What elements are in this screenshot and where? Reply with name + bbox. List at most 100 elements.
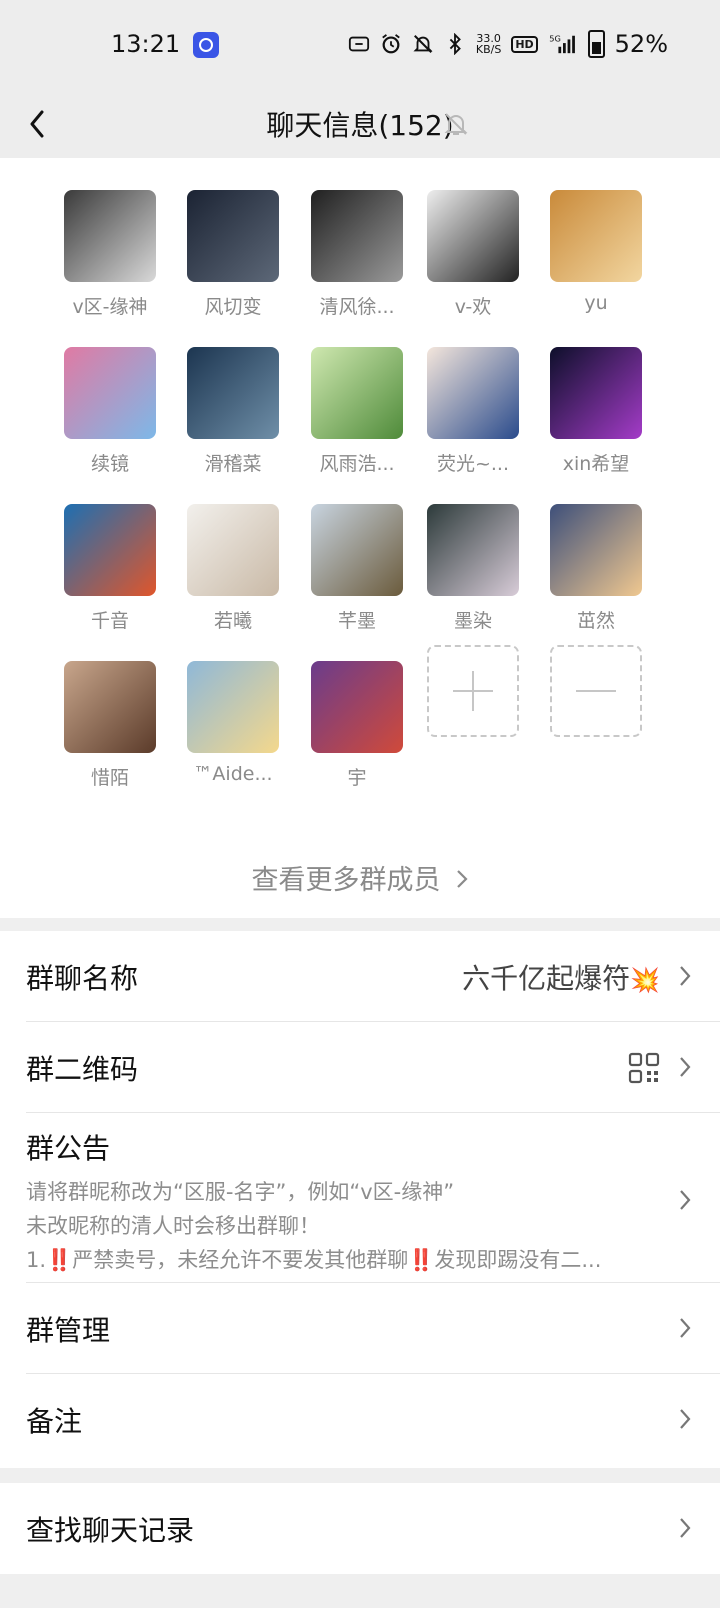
double-exclamation-icon: ‼️ [408, 1248, 435, 1272]
member-item[interactable]: 千音 [48, 504, 172, 633]
avatar[interactable] [427, 347, 519, 439]
member-item[interactable]: 风雨浩... [295, 347, 419, 476]
avatar[interactable] [311, 661, 403, 753]
group-name-row[interactable]: 群聊名称 六千亿起爆符💥 [0, 931, 720, 1022]
battery-icon [587, 30, 605, 58]
member-name: 续镜 [90, 453, 129, 475]
group-notice-row[interactable]: 群公告 请将群昵称改为“区服-名字”，例如“v区-缘神” 未改昵称的清人时会移出… [0, 1113, 720, 1283]
member-name: 风切变 [204, 296, 262, 318]
zalo-app-icon [193, 32, 219, 58]
double-exclamation-icon: ‼️ [46, 1248, 73, 1272]
member-item[interactable]: 荧光~... [411, 347, 535, 476]
chevron-right-icon [456, 870, 468, 888]
chevron-right-icon [680, 1190, 691, 1210]
avatar[interactable] [64, 347, 156, 439]
qr-code-icon [628, 1052, 660, 1084]
group-qr-row[interactable]: 群二维码 [0, 1022, 720, 1113]
member-item[interactable]: 芊墨 [295, 504, 419, 633]
signal-icon: 5G [549, 33, 575, 54]
alarm-icon [382, 34, 400, 54]
group-name-label: 群聊名称 [26, 962, 139, 995]
remark-label: 备注 [26, 1405, 83, 1438]
member-name: 墨染 [453, 610, 492, 632]
avatar[interactable] [550, 347, 642, 439]
view-more-members-link[interactable]: 查看更多群成员 [0, 858, 720, 897]
avatar[interactable] [187, 504, 279, 596]
minus-icon[interactable] [550, 645, 642, 737]
member-item[interactable]: 风切变 [171, 190, 295, 319]
nfc-icon [348, 36, 369, 52]
group-manage-label: 群管理 [26, 1314, 111, 1347]
member-name: 茁然 [576, 610, 615, 632]
remove-member-button[interactable] [534, 645, 658, 737]
remark-row[interactable]: 备注 [0, 1374, 720, 1465]
group-name-value: 六千亿起爆符💥 [462, 962, 660, 995]
member-item[interactable]: 续镜 [48, 347, 172, 476]
avatar[interactable] [64, 504, 156, 596]
member-item[interactable]: 茁然 [534, 504, 658, 633]
avatar[interactable] [550, 190, 642, 282]
avatar[interactable] [550, 504, 642, 596]
search-history-section: 查找聊天记录 [0, 1483, 720, 1574]
member-name: 惜陌 [90, 767, 129, 789]
bluetooth-icon [449, 33, 461, 55]
chevron-right-icon [680, 1518, 691, 1538]
view-more-members-label: 查看更多群成员 [251, 865, 441, 896]
member-item[interactable]: xin希望 [534, 347, 658, 476]
nav-bar: 聊天信息(152) [0, 92, 720, 158]
net-speed: 33.0 KB/S [475, 32, 502, 56]
hd-badge: HD [511, 35, 538, 53]
member-name: ™Aide... [193, 763, 273, 785]
group-settings-section: 群聊名称 六千亿起爆符💥 群二维码 群公告 请将群昵称改为“区服-名字”，例如“… [0, 931, 720, 1468]
group-qr-label: 群二维码 [26, 1053, 139, 1086]
chevron-right-icon [680, 1057, 691, 1077]
notice-line-2: 未改昵称的清人时会移出群聊！ [26, 1214, 320, 1238]
member-name: v-欢 [454, 296, 492, 318]
member-item[interactable]: 惜陌 [48, 661, 172, 790]
page-title: 聊天信息(152) [266, 109, 454, 142]
member-name: 宇 [347, 767, 367, 789]
member-name: v区-缘神 [72, 296, 148, 318]
member-item[interactable]: 若曦 [171, 504, 295, 633]
avatar[interactable] [64, 190, 156, 282]
status-bar: 13:21 33.0 KB/S HD 5G 52% [0, 0, 720, 92]
member-name: 风雨浩... [319, 453, 395, 475]
svg-text:5G: 5G [549, 33, 561, 43]
status-time: 13:21 [111, 30, 181, 58]
avatar[interactable] [427, 190, 519, 282]
member-item[interactable]: yu [534, 190, 658, 314]
plus-icon[interactable] [427, 645, 519, 737]
group-manage-row[interactable]: 群管理 [0, 1283, 720, 1374]
chevron-right-icon [680, 966, 691, 986]
member-item[interactable]: v区-缘神 [48, 190, 172, 319]
explosion-emoji: 💥 [630, 966, 660, 994]
search-history-row[interactable]: 查找聊天记录 [0, 1483, 720, 1574]
avatar[interactable] [427, 504, 519, 596]
group-notice-label: 群公告 [26, 1132, 111, 1165]
add-member-button[interactable] [411, 645, 535, 737]
member-item[interactable]: v-欢 [411, 190, 535, 319]
member-name: 若曦 [213, 610, 252, 632]
status-icons: 33.0 KB/S HD 5G 52% [348, 30, 668, 58]
avatar[interactable] [311, 347, 403, 439]
avatar[interactable] [311, 190, 403, 282]
member-name: 芊墨 [337, 610, 376, 632]
member-name: 滑稽菜 [204, 453, 262, 475]
notice-line-3: 1.‼️严禁卖号，未经允许不要发其他群聊‼️发现即踢没有二... [26, 1248, 602, 1272]
avatar[interactable] [311, 504, 403, 596]
member-name: 清风徐... [319, 296, 395, 318]
member-name: 荧光~... [436, 453, 510, 475]
avatar[interactable] [187, 347, 279, 439]
member-item[interactable]: 滑稽菜 [171, 347, 295, 476]
member-item[interactable]: ™Aide... [171, 661, 295, 785]
member-item[interactable]: 墨染 [411, 504, 535, 633]
search-history-label: 查找聊天记录 [26, 1514, 195, 1547]
chevron-right-icon [680, 1409, 691, 1429]
member-item[interactable]: 清风徐... [295, 190, 419, 319]
avatar[interactable] [187, 661, 279, 753]
avatar[interactable] [64, 661, 156, 753]
avatar[interactable] [187, 190, 279, 282]
notice-line-1: 请将群昵称改为“区服-名字”，例如“v区-缘神” [26, 1180, 455, 1204]
member-item[interactable]: 宇 [295, 661, 419, 790]
bell-off-icon [444, 113, 468, 135]
